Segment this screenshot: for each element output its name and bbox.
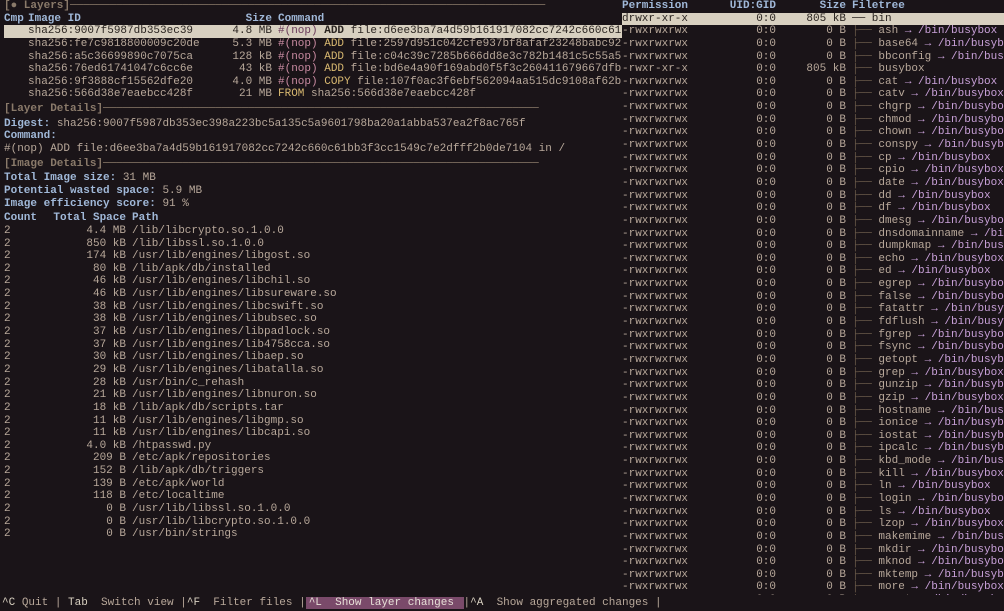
layer-row[interactable]: sha256:a5c36699890c7075ca128 kB#(nop) AD… [4, 51, 622, 64]
file-row[interactable]: -rwxrwxrwx0:00 B ├── chmod → /bin/busybo… [622, 114, 1004, 127]
space-row: 238 kB/usr/lib/engines/libubsec.so [4, 313, 622, 326]
file-row[interactable]: -rwxrwxrwx0:00 B ├── catv → /bin/busybox [622, 88, 1004, 101]
space-row: 230 kB/usr/lib/engines/libaep.so [4, 351, 622, 364]
digest-label: Digest: [4, 118, 50, 130]
file-row[interactable]: -rwxrwxrwx0:00 B ├── date → /bin/busybox [622, 177, 1004, 190]
space-row: 211 kB/usr/lib/engines/libgmp.so [4, 415, 622, 428]
file-row[interactable]: -rwxrwxrwx0:00 B ├── conspy → /bin/busyb… [622, 139, 1004, 152]
file-row[interactable]: -rwxrwxrwx0:00 B ├── egrep → /bin/busybo… [622, 278, 1004, 291]
file-row[interactable]: -rwxrwxrwx0:00 B ├── ln → /bin/busybox [622, 480, 1004, 493]
file-row[interactable]: -rwxrwxrwx0:00 B ├── cat → /bin/busybox [622, 76, 1004, 89]
file-row[interactable]: -rwxrwxrwx0:00 B ├── cp → /bin/busybox [622, 152, 1004, 165]
file-row[interactable]: -rwxrwxrwx0:00 B ├── df → /bin/busybox [622, 202, 1004, 215]
space-row: 2174 kB/usr/lib/engines/libgost.so [4, 250, 622, 263]
file-row[interactable]: -rwxrwxrwx0:00 B ├── base64 → /bin/busyb… [622, 38, 1004, 51]
space-row: 229 kB/usr/lib/engines/libatalla.so [4, 364, 622, 377]
space-row: 211 kB/usr/lib/engines/libcapi.so [4, 427, 622, 440]
file-row[interactable]: -rwxrwxrwx0:00 B ├── kbd_mode → /bin/bus… [622, 455, 1004, 468]
layers-header: CmpImage IDSizeCommand [4, 13, 622, 26]
file-row[interactable]: -rwxrwxrwx0:00 B ├── dnsdomainname → /bi… [622, 228, 1004, 241]
layer-row[interactable]: sha256:566d38e7eaebcc428f21 MBFROM sha25… [4, 88, 622, 101]
space-header: CountTotal SpacePath [4, 212, 622, 225]
wasted-space-table: CountTotal SpacePath 24.4 MB/lib/libcryp… [4, 212, 622, 541]
file-row[interactable]: -rwxrwxrwx0:00 B ├── chgrp → /bin/busybo… [622, 101, 1004, 114]
space-row: 2139 B/etc/apk/world [4, 478, 622, 491]
file-row[interactable]: -rwxrwxrwx0:00 B ├── kill → /bin/busybox [622, 468, 1004, 481]
space-row: 246 kB/usr/lib/engines/libsureware.so [4, 288, 622, 301]
file-row[interactable]: -rwxrwxrwx0:00 B ├── hostname → /bin/bus… [622, 405, 1004, 418]
file-row[interactable]: -rwxrwxrwx0:00 B ├── dd → /bin/busybox [622, 190, 1004, 203]
space-row: 2118 B/etc/localtime [4, 490, 622, 503]
layer-row[interactable]: sha256:9f3888cf15562dfe204.0 MB#(nop) CO… [4, 76, 622, 89]
space-row: 2850 kB/lib/libssl.so.1.0.0 [4, 238, 622, 251]
file-row[interactable]: -rwxrwxrwx0:00 B ├── ash → /bin/busybox [622, 25, 1004, 38]
file-row[interactable]: -rwxrwxrwx0:00 B ├── getopt → /bin/busyb… [622, 354, 1004, 367]
layer-details-title: [Layer Details]─────────────────────────… [4, 103, 622, 116]
file-row[interactable]: -rwxrwxrwx0:00 B ├── iostat → /bin/busyb… [622, 430, 1004, 443]
file-row[interactable]: -rwxrwxrwx0:00 B ├── ipcalc → /bin/busyb… [622, 442, 1004, 455]
right-pane: │[Current Layer Contents]───────────────… [622, 0, 1004, 595]
file-row[interactable]: -rwxrwxrwx0:00 B ├── grep → /bin/busybox [622, 367, 1004, 380]
space-row: 2152 B/lib/apk/db/triggers [4, 465, 622, 478]
space-row: 221 kB/usr/lib/engines/libnuron.so [4, 389, 622, 402]
layer-row[interactable]: sha256:fe7c9818800009c20de5.3 MB#(nop) A… [4, 38, 622, 51]
space-row: 246 kB/usr/lib/engines/libchil.so [4, 275, 622, 288]
space-row: 20 B/usr/lib/libcrypto.so.1.0.0 [4, 516, 622, 529]
space-row: 237 kB/usr/lib/engines/lib4758cca.so [4, 339, 622, 352]
file-row[interactable]: -rwxrwxrwx0:00 B ├── login → /bin/busybo… [622, 493, 1004, 506]
space-row: 2209 B/etc/apk/repositories [4, 452, 622, 465]
image-details-title: [Image Details]─────────────────────────… [4, 158, 622, 171]
file-row[interactable]: drwxr-xr-x0:0805 kB── bin [622, 13, 1004, 26]
layer-details: Digest: sha256:9007f5987db353ec398a223bc… [4, 118, 622, 156]
layer-row[interactable]: sha256:9007f5987db353ec394.8 MB#(nop) AD… [4, 25, 622, 38]
layers-section-title: [● Layers]──────────────────────────────… [4, 0, 622, 13]
file-row[interactable]: -rwxrwxrwx0:00 B ├── ed → /bin/busybox [622, 265, 1004, 278]
footer-bar: ^C Quit | Tab Switch view |^F Filter fil… [0, 595, 1004, 611]
file-row[interactable]: -rwxrwxrwx0:00 B ├── ionice → /bin/busyb… [622, 417, 1004, 430]
file-row[interactable]: -rwxrwxrwx0:00 B ├── mktemp → /bin/busyb… [622, 569, 1004, 582]
command-label: Command: [4, 130, 57, 142]
command-value: #(nop) ADD file:d6ee3ba7a4d59b161917082c… [4, 143, 622, 156]
file-row[interactable]: -rwxrwxrwx0:00 B ├── lzop → /bin/busybox [622, 518, 1004, 531]
space-row: 218 kB/lib/apk/db/scripts.tar [4, 402, 622, 415]
contents-header: PermissionUID:GIDSizeFiletree [622, 0, 1004, 13]
space-row: 228 kB/usr/bin/c_rehash [4, 377, 622, 390]
file-row[interactable]: -rwxrwxrwx0:00 B ├── echo → /bin/busybox [622, 253, 1004, 266]
space-row: 20 B/usr/lib/libssl.so.1.0.0 [4, 503, 622, 516]
left-pane: [● Layers]──────────────────────────────… [0, 0, 622, 595]
space-row: 237 kB/usr/lib/engines/libpadlock.so [4, 326, 622, 339]
digest-value: sha256:9007f5987db353ec398a223bc5a135c5a… [57, 118, 526, 130]
space-row: 20 B/usr/bin/strings [4, 528, 622, 541]
file-row[interactable]: -rwxrwxrwx0:00 B ├── bbconfig → /bin/bus… [622, 51, 1004, 64]
file-row[interactable]: -rwxrwxrwx0:00 B ├── mkdir → /bin/busybo… [622, 544, 1004, 557]
space-row: 24.4 MB/lib/libcrypto.so.1.0.0 [4, 225, 622, 238]
file-row[interactable]: -rwxrwxrwx0:00 B ├── fgrep → /bin/busybo… [622, 329, 1004, 342]
file-row[interactable]: -rwxrwxrwx0:00 B ├── fsync → /bin/busybo… [622, 341, 1004, 354]
file-row[interactable]: -rwxrwxrwx0:00 B ├── cpio → /bin/busybox [622, 164, 1004, 177]
file-row[interactable]: -rwxrwxrwx0:00 B ├── more → /bin/busybox [622, 581, 1004, 594]
file-row[interactable]: -rwxrwxrwx0:00 B ├── chown → /bin/busybo… [622, 126, 1004, 139]
file-row[interactable]: -rwxrwxrwx0:00 B ├── makemime → /bin/bus… [622, 531, 1004, 544]
image-details: Total Image size: 31 MB Potential wasted… [4, 172, 622, 210]
space-row: 280 kB/lib/apk/db/installed [4, 263, 622, 276]
file-row[interactable]: -rwxrwxrwx0:00 B ├── false → /bin/busybo… [622, 291, 1004, 304]
file-row[interactable]: -rwxrwxrwx0:00 B ├── dumpkmap → /bin/bus… [622, 240, 1004, 253]
layers-table: CmpImage IDSizeCommand sha256:9007f5987d… [4, 13, 622, 101]
file-row[interactable]: -rwxr-xr-x0:0805 kB ├── busybox [622, 63, 1004, 76]
file-row[interactable]: -rwxrwxrwx0:00 B ├── mknod → /bin/busybo… [622, 556, 1004, 569]
space-row: 24.0 kB/htpasswd.py [4, 440, 622, 453]
file-row[interactable]: -rwxrwxrwx0:00 B ├── fdflush → /bin/busy… [622, 316, 1004, 329]
file-row[interactable]: -rwxrwxrwx0:00 B ├── dmesg → /bin/busybo… [622, 215, 1004, 228]
space-row: 238 kB/usr/lib/engines/libcswift.so [4, 301, 622, 314]
file-row[interactable]: -rwxrwxrwx0:00 B ├── fatattr → /bin/busy… [622, 303, 1004, 316]
file-row[interactable]: -rwxrwxrwx0:00 B ├── ls → /bin/busybox [622, 506, 1004, 519]
file-row[interactable]: -rwxrwxrwx0:00 B ├── gunzip → /bin/busyb… [622, 379, 1004, 392]
layer-row[interactable]: sha256:76ed61741047c6cc6e43 kB#(nop) ADD… [4, 63, 622, 76]
file-row[interactable]: -rwxrwxrwx0:00 B ├── gzip → /bin/busybox [622, 392, 1004, 405]
